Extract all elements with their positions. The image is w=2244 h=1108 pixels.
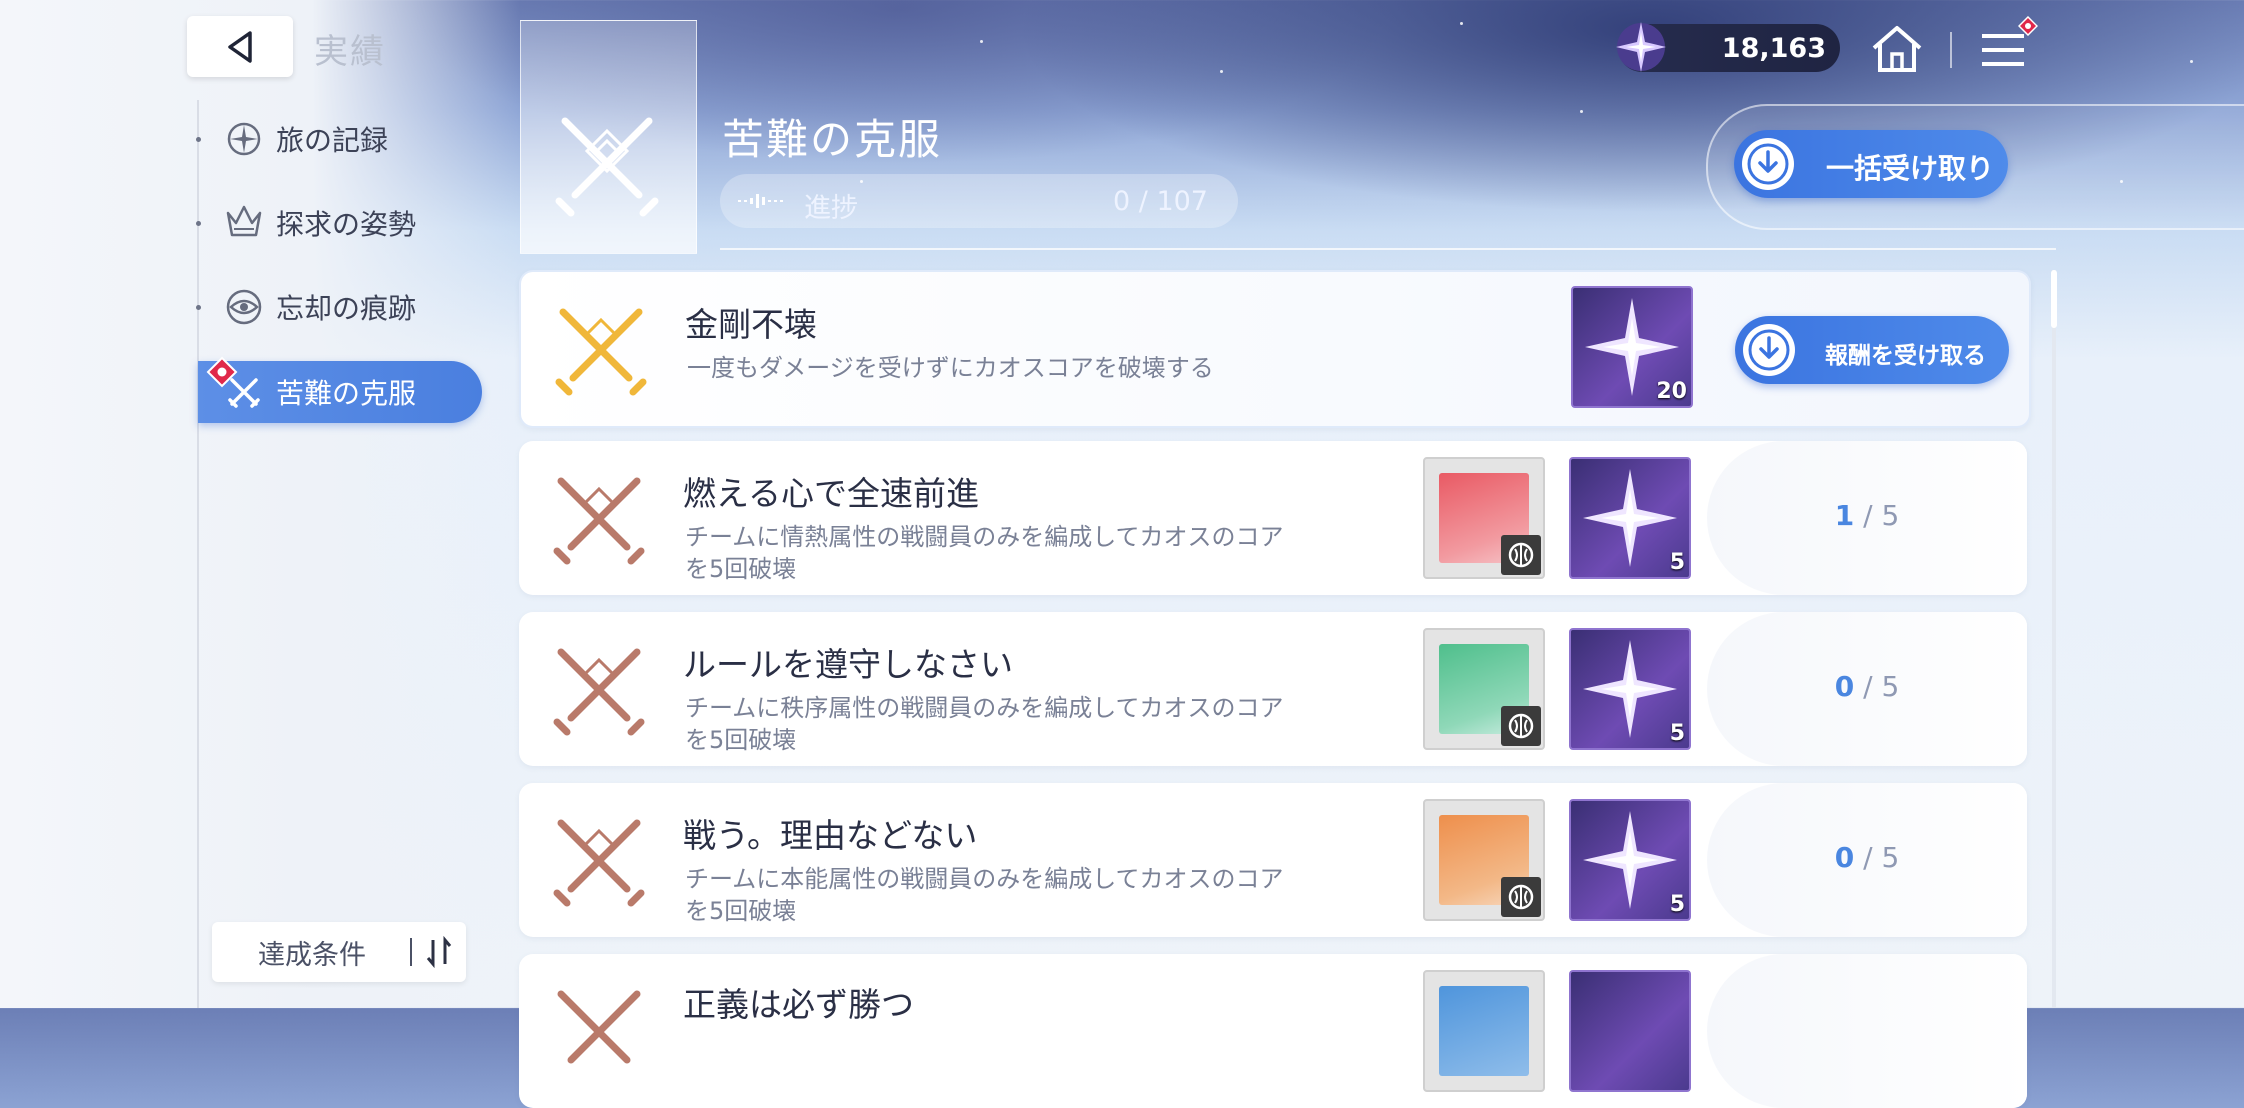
back-button[interactable] (187, 16, 293, 77)
reward-quantity: 20 (1656, 379, 1687, 404)
claim-reward-label: 報酬を受け取る (1825, 343, 1986, 369)
claim-all-label: 一括受け取り (1826, 152, 1995, 185)
sidebar-dot (196, 220, 201, 226)
progress-total: / 5 (1863, 841, 1900, 874)
star-decoration (1220, 70, 1223, 73)
crossed-swords-bronze-icon (553, 648, 645, 736)
reward-crystal[interactable]: 5 (1569, 628, 1691, 750)
sort-divider (410, 938, 412, 966)
achievement-row: 正義は必ず勝つ (519, 954, 2027, 1108)
achievement-progress: 0 / 5 (1707, 841, 2027, 874)
crown-icon (226, 205, 262, 237)
notification-badge-icon (206, 356, 238, 388)
sidebar-item-label: 忘却の痕跡 (276, 292, 417, 325)
compass-icon (227, 122, 261, 156)
sidebar-item-label: 探求の姿勢 (276, 208, 417, 241)
reward-crystal[interactable]: 5 (1569, 799, 1691, 921)
star-decoration (1460, 22, 1463, 25)
progress-cap (1707, 954, 2027, 1108)
achievement-row: 金剛不壊 一度もダメージを受けずにカオスコアを破壊する 20 報酬を受け取る (519, 270, 2031, 428)
sidebar-dot (196, 304, 201, 310)
header-divider (1950, 32, 1952, 68)
achievement-title: 正義は必ず勝つ (683, 985, 914, 1024)
brain-tag-icon (1501, 706, 1541, 746)
home-icon[interactable] (1870, 24, 1924, 74)
progress-label: 進捗 (804, 193, 858, 224)
progress-value: 0 / 107 (1113, 186, 1208, 217)
sort-label: 達成条件 (258, 939, 366, 971)
eye-icon (226, 289, 262, 325)
sidebar-item-journey[interactable]: 旅の記録 (196, 108, 482, 170)
sidebar-item-quest[interactable]: 探求の姿勢 (196, 192, 482, 254)
scrollbar-thumb[interactable] (2051, 270, 2057, 328)
reward-crystal[interactable] (1569, 970, 1691, 1092)
currency-display[interactable]: 18,163 (1616, 22, 1840, 72)
reward-card[interactable] (1423, 799, 1545, 921)
category-title: 苦難の克服 (722, 115, 943, 164)
achievement-description: チームに本能属性の戦闘員のみを編成してカオスのコアを5回破壊 (685, 865, 1284, 925)
reward-quantity: 5 (1669, 892, 1685, 917)
achievement-title: ルールを遵守しなさい (683, 645, 1013, 684)
reward-card[interactable] (1423, 457, 1545, 579)
achievement-description: 一度もダメージを受けずにカオスコアを破壊する (687, 354, 1214, 382)
achievement-description: チームに秩序属性の戦闘員のみを編成してカオスのコアを5回破壊 (685, 694, 1284, 754)
download-circle-icon (1743, 324, 1795, 376)
waveform-icon (738, 194, 783, 208)
reward-crystal[interactable]: 5 (1569, 457, 1691, 579)
card-swatch (1439, 986, 1529, 1076)
page-title: 実績 (314, 32, 386, 72)
achievement-title: 戦う。理由などない (683, 816, 978, 855)
progress-total: / 5 (1863, 670, 1900, 703)
sort-arrows-icon (426, 936, 452, 968)
brain-tag-icon (1501, 877, 1541, 917)
crossed-swords-gold-icon (555, 308, 647, 396)
achievement-row: ルールを遵守しなさい チームに秩序属性の戦闘員のみを編成してカオスのコアを5回破… (519, 612, 2027, 766)
claim-all-button[interactable]: 一括受け取り (1734, 130, 2008, 198)
sort-toggle[interactable]: 達成条件 (212, 922, 466, 982)
back-arrow-icon (228, 30, 252, 63)
progress-current: 0 (1834, 670, 1855, 703)
achievement-title: 燃える心で全速前進 (683, 474, 980, 513)
star-decoration (980, 40, 983, 43)
achievement-progress: 0 / 5 (1707, 670, 2027, 703)
currency-value: 18,163 (1721, 32, 1826, 64)
sidebar-dot (196, 136, 201, 142)
header-underline (720, 248, 2056, 250)
star-crystal-icon (1616, 22, 1666, 72)
crossed-swords-bronze-icon (553, 477, 645, 565)
list-scrollbar[interactable] (2051, 270, 2057, 1008)
crossed-swords-bronze-icon (557, 990, 641, 1064)
reward-card[interactable] (1423, 970, 1545, 1092)
achievement-description: チームに情熱属性の戦闘員のみを編成してカオスのコアを5回破壊 (685, 523, 1284, 583)
achievement-title: 金剛不壊 (685, 305, 817, 344)
progress-total: / 5 (1863, 499, 1900, 532)
sidebar-item-traces[interactable]: 忘却の痕跡 (196, 276, 482, 338)
progress-bar: 進捗 0 / 107 (720, 174, 1238, 228)
reward-quantity: 5 (1669, 550, 1685, 575)
reward-crystal[interactable]: 20 (1571, 286, 1693, 408)
star-decoration (1580, 110, 1583, 113)
progress-current: 0 (1834, 841, 1855, 874)
sidebar-item-label: 旅の記録 (276, 124, 389, 157)
crossed-swords-emblem-icon (555, 117, 659, 217)
star-decoration (2190, 60, 2193, 63)
achievement-row: 燃える心で全速前進 チームに情熱属性の戦闘員のみを編成してカオスのコアを5回破壊… (519, 441, 2027, 595)
sidebar-item-hardship[interactable]: 苦難の克服 (198, 361, 482, 423)
notification-badge-icon (2018, 16, 2038, 36)
category-emblem (520, 20, 697, 254)
achievement-row: 戦う。理由などない チームに本能属性の戦闘員のみを編成してカオスのコアを5回破壊… (519, 783, 2027, 937)
download-circle-icon (1742, 138, 1794, 190)
reward-card[interactable] (1423, 628, 1545, 750)
achievement-progress: 1 / 5 (1707, 499, 2027, 532)
brain-tag-icon (1501, 535, 1541, 575)
sidebar-item-label: 苦難の克服 (276, 377, 417, 410)
claim-reward-button[interactable]: 報酬を受け取る (1735, 316, 2009, 384)
crossed-swords-bronze-icon (553, 819, 645, 907)
reward-quantity: 5 (1669, 721, 1685, 746)
progress-current: 1 (1834, 499, 1855, 532)
